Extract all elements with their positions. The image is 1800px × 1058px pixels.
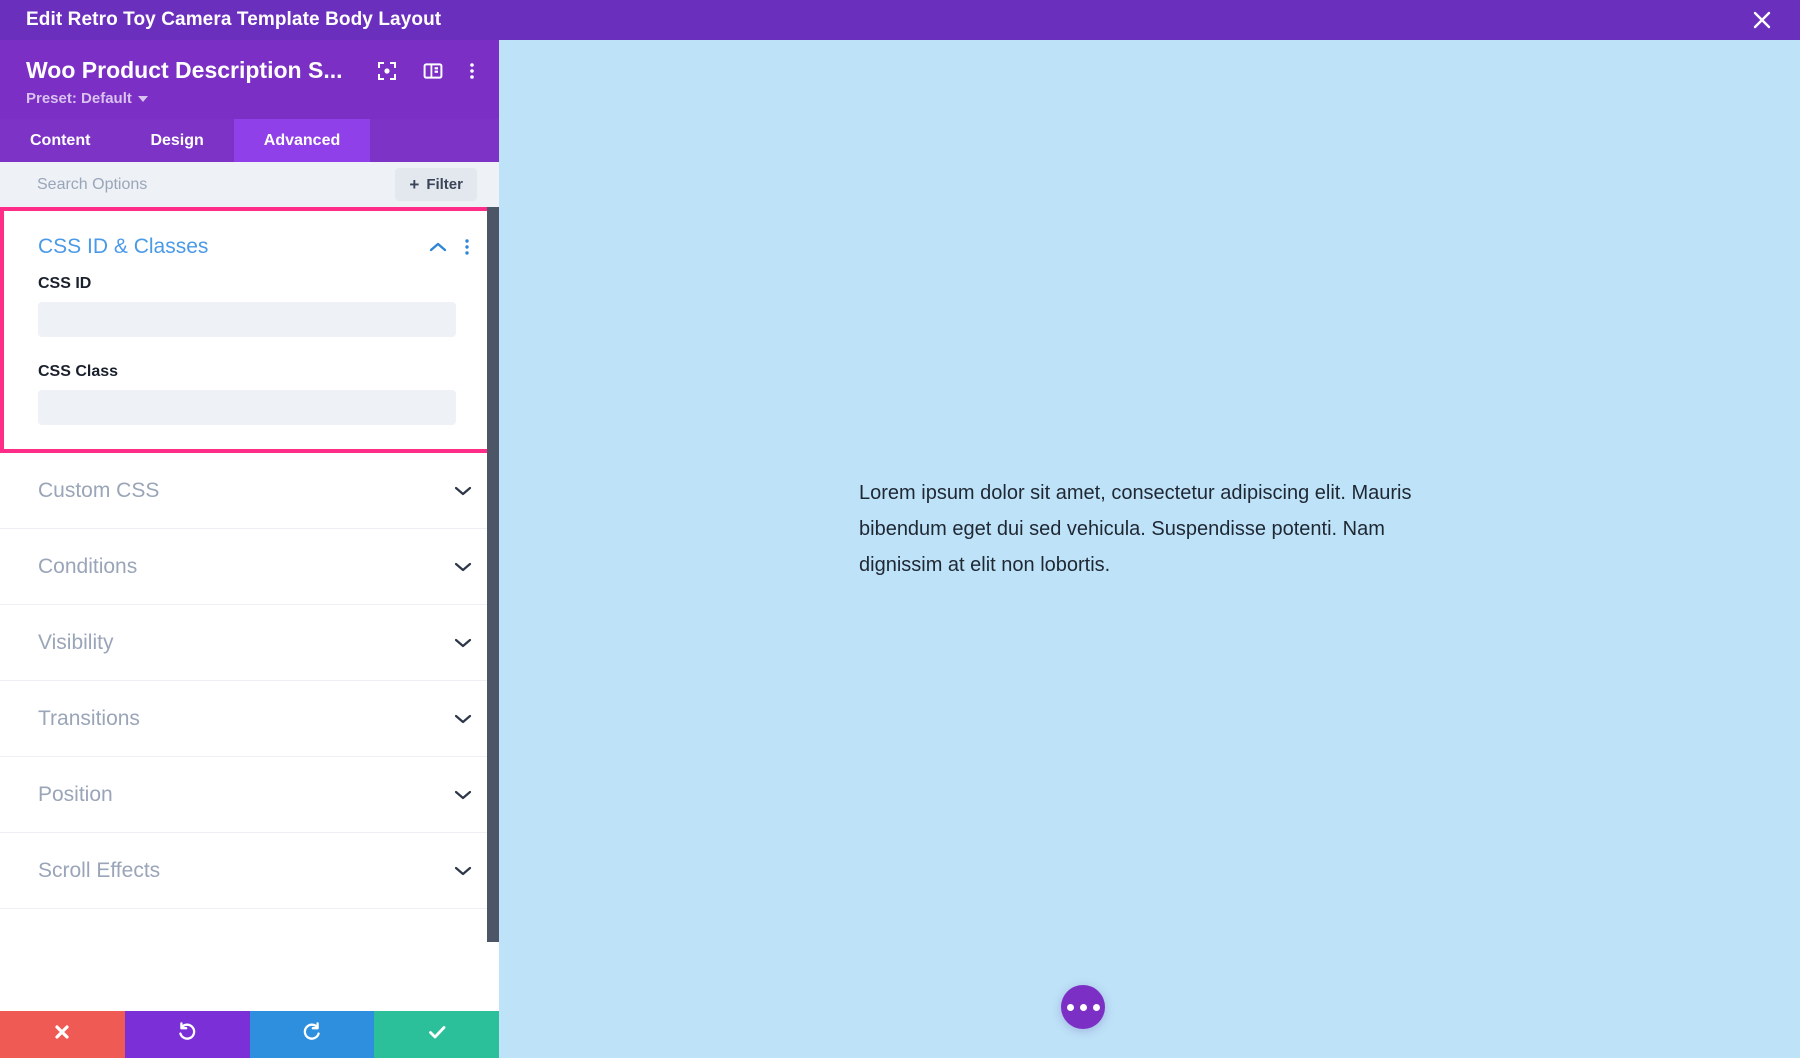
tab-content[interactable]: Content — [0, 119, 120, 162]
more-options-fab[interactable] — [1061, 985, 1105, 1029]
product-description-text: Lorem ipsum dolor sit amet, consectetur … — [859, 482, 1412, 576]
group-conditions[interactable]: Conditions — [0, 529, 499, 605]
group-header-actions — [428, 238, 470, 256]
chevron-down-icon — [453, 637, 473, 649]
group-scroll-effects[interactable]: Scroll Effects — [0, 833, 499, 909]
ellipsis-dot-icon — [1092, 1003, 1100, 1011]
settings-tabs: Content Design Advanced — [0, 119, 499, 162]
redo-button[interactable] — [249, 1011, 375, 1058]
group-custom-css[interactable]: Custom CSS — [0, 453, 499, 529]
chevron-down-icon — [453, 789, 473, 801]
group-title: CSS ID & Classes — [38, 235, 209, 258]
tab-design[interactable]: Design — [120, 119, 233, 162]
ellipsis-dot-icon — [1066, 1003, 1074, 1011]
check-icon — [426, 1021, 448, 1048]
settings-scroll-area: CSS ID & Classes CSS ID CSS Class Custom… — [0, 207, 499, 1011]
group-label: Visibility — [38, 630, 114, 654]
tab-advanced[interactable]: Advanced — [233, 119, 371, 162]
css-class-input[interactable] — [38, 390, 456, 425]
module-title: Woo Product Description S... — [26, 57, 343, 83]
field-css-class: CSS Class — [0, 353, 494, 425]
plus-icon: + — [409, 175, 420, 194]
group-kebab-menu-icon[interactable] — [464, 238, 470, 256]
panel-scrollbar-track[interactable] — [487, 207, 499, 1011]
filter-button-label: Filter — [426, 176, 463, 193]
preset-label: Preset: Default — [26, 90, 132, 107]
cancel-button[interactable] — [0, 1011, 125, 1058]
save-button[interactable] — [374, 1011, 499, 1058]
chevron-down-icon — [137, 95, 148, 102]
kebab-menu-icon[interactable] — [469, 61, 475, 81]
editor-root: Edit Retro Toy Camera Template Body Layo… — [0, 0, 1800, 1058]
ellipsis-dot-icon — [1079, 1003, 1087, 1011]
undo-arrow-icon — [176, 1021, 198, 1048]
chevron-down-icon — [453, 485, 473, 497]
module-settings-panel: Woo Product Description S... Preset: Def… — [0, 40, 499, 1058]
field-spacer — [0, 337, 494, 353]
preset-selector[interactable]: Preset: Default — [26, 90, 148, 107]
chevron-up-icon[interactable] — [428, 241, 448, 253]
group-label: Scroll Effects — [38, 858, 161, 882]
search-input[interactable] — [37, 162, 396, 207]
group-visibility[interactable]: Visibility — [0, 605, 499, 681]
field-css-id-label: CSS ID — [38, 275, 92, 292]
preview-canvas: Lorem ipsum dolor sit amet, consectetur … — [499, 40, 1800, 1058]
layout-columns-icon[interactable] — [423, 61, 443, 81]
window-title: Edit Retro Toy Camera Template Body Layo… — [26, 9, 442, 30]
chevron-down-icon — [453, 713, 473, 725]
group-position[interactable]: Position — [0, 757, 499, 833]
window-titlebar: Edit Retro Toy Camera Template Body Layo… — [0, 0, 1800, 40]
css-id-input[interactable] — [38, 302, 456, 337]
x-icon — [52, 1022, 72, 1047]
panel-header-icons — [355, 61, 475, 81]
redo-arrow-icon — [301, 1021, 323, 1048]
group-label: Conditions — [38, 554, 138, 578]
group-label: Transitions — [38, 706, 140, 730]
panel-scrollbar-thumb[interactable] — [487, 207, 499, 942]
group-css-id-and-classes: CSS ID & Classes CSS ID CSS Class — [0, 207, 498, 453]
search-row: + Filter — [0, 162, 499, 207]
group-label: Custom CSS — [38, 478, 160, 502]
group-label: Position — [38, 782, 113, 806]
chevron-down-icon — [453, 865, 473, 877]
close-icon[interactable] — [1748, 6, 1776, 34]
chevron-down-icon — [453, 561, 473, 573]
focus-target-icon[interactable] — [377, 61, 397, 81]
group-css-id-and-classes-header[interactable]: CSS ID & Classes — [0, 229, 494, 265]
group-transitions[interactable]: Transitions — [0, 681, 499, 757]
filter-button[interactable]: + Filter — [395, 168, 477, 201]
panel-action-bar — [0, 1011, 499, 1058]
settings-groups-list: CSS ID & Classes CSS ID CSS Class Custom… — [0, 207, 499, 1011]
field-css-class-label: CSS Class — [38, 363, 119, 380]
panel-header: Woo Product Description S... Preset: Def… — [0, 40, 499, 119]
undo-button[interactable] — [124, 1011, 250, 1058]
field-css-id: CSS ID — [0, 265, 494, 337]
